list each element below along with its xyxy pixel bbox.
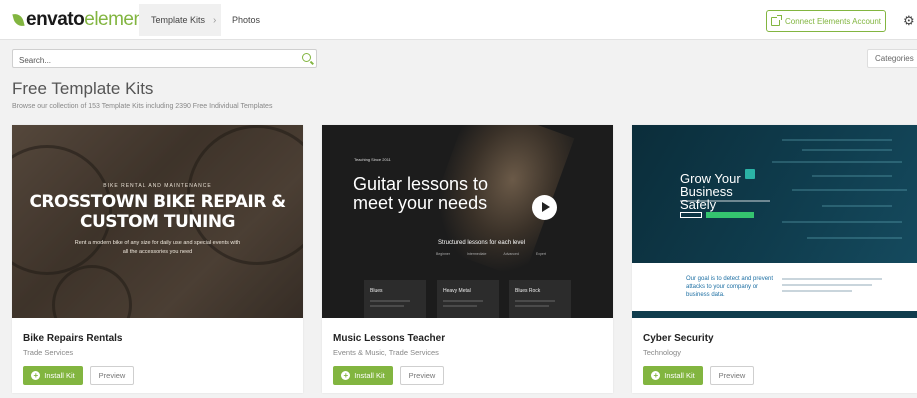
level-label: Advanced — [503, 252, 519, 256]
install-kit-button[interactable]: + Install Kit — [23, 366, 83, 385]
envato-leaf-icon — [12, 12, 25, 28]
kit-name[interactable]: Bike Repairs Rentals — [23, 333, 123, 344]
search-box — [12, 49, 317, 69]
lesson-box: Heavy Metal — [437, 280, 499, 318]
categories-button[interactable]: Categories › — [867, 49, 917, 68]
top-bar: envato elements Template Kits › Photos C… — [0, 0, 917, 40]
template-kit-card: Teaching Since 2011 Guitar lessons to me… — [322, 125, 613, 393]
play-icon — [532, 195, 557, 220]
chip-icon — [745, 169, 755, 179]
thumb-button-filled — [706, 212, 754, 218]
thumb-goal-text: Our goal is to detect and prevent attack… — [686, 276, 774, 298]
thumb-description: Rent a modern bike of any size for daily… — [74, 240, 241, 255]
thumb-tag: Teaching Since 2011 — [354, 157, 391, 162]
preview-button[interactable]: Preview — [710, 366, 754, 385]
envato-elements-logo[interactable]: envato elements — [12, 9, 158, 31]
logo-text: envato — [26, 9, 85, 30]
thumb-hero — [632, 125, 917, 263]
kit-category: Events & Music, Trade Services — [333, 348, 439, 357]
search-icon[interactable] — [302, 53, 311, 62]
kit-category: Trade Services — [23, 348, 74, 357]
level-label: Expert — [535, 252, 546, 256]
tab-label: Template Kits — [151, 15, 206, 25]
kit-category: Technology — [643, 348, 681, 357]
categories-label: Categories — [875, 54, 914, 63]
thumb-text-line — [680, 200, 770, 202]
thumb-footer-strip — [632, 311, 917, 318]
kit-thumbnail[interactable]: Grow Your Business Safely Our goal is to… — [632, 125, 917, 318]
plus-circle-icon: + — [341, 371, 351, 380]
kit-thumbnail[interactable]: BIKE RENTAL AND MAINTENANCE CROSSTOWN BI… — [12, 125, 303, 318]
tab-template-kits[interactable]: Template Kits › — [139, 4, 221, 36]
thumb-headline: Grow Your Business Safely — [680, 171, 741, 212]
connect-label: Connect Elements Account — [784, 16, 882, 26]
thumb-levels: Beginner Intermediate Advanced Expert — [436, 252, 546, 256]
kit-name[interactable]: Music Lessons Teacher — [333, 333, 445, 344]
level-label: Intermediate — [466, 252, 487, 256]
chevron-right-icon: › — [213, 14, 217, 26]
tab-label: Photos — [232, 15, 261, 25]
preview-button[interactable]: Preview — [90, 366, 134, 385]
plus-circle-icon: + — [651, 371, 661, 380]
lesson-box: Blues — [364, 280, 426, 318]
connect-elements-account-button[interactable]: Connect Elements Account — [766, 10, 886, 32]
plus-circle-icon: + — [31, 371, 41, 380]
lesson-box: Blues Rock — [509, 280, 571, 318]
lesson-box-label: Heavy Metal — [443, 288, 471, 294]
thumb-headline: Guitar lessons to meet your needs — [353, 174, 489, 213]
thumb-structured-label: Structured lessons for each level — [438, 240, 526, 246]
thumb-kicker: BIKE RENTAL AND MAINTENANCE — [103, 183, 212, 189]
template-kit-card: BIKE RENTAL AND MAINTENANCE CROSSTOWN BI… — [12, 125, 303, 393]
gear-icon[interactable]: ⚙ — [903, 13, 915, 29]
preview-button[interactable]: Preview — [400, 366, 444, 385]
install-label: Install Kit — [664, 371, 695, 380]
external-link-icon — [770, 14, 782, 26]
page-subtitle: Browse our collection of 153 Template Ki… — [12, 103, 273, 110]
kit-thumbnail[interactable]: Teaching Since 2011 Guitar lessons to me… — [322, 125, 613, 318]
level-label: Beginner — [436, 252, 451, 256]
install-kit-button[interactable]: + Install Kit — [643, 366, 703, 385]
thumb-button-outline — [680, 212, 702, 218]
search-input[interactable] — [13, 52, 293, 69]
lesson-box-label: Blues Rock — [515, 288, 541, 294]
install-kit-button[interactable]: + Install Kit — [333, 366, 393, 385]
tab-photos[interactable]: Photos — [232, 4, 260, 36]
kit-name[interactable]: Cyber Security — [643, 333, 714, 344]
thumb-headline: CROSSTOWN BIKE REPAIR & CUSTOM TUNING — [29, 192, 286, 232]
install-label: Install Kit — [354, 371, 385, 380]
install-label: Install Kit — [44, 371, 75, 380]
lesson-box-label: Blues — [370, 288, 383, 294]
template-kit-card: Grow Your Business Safely Our goal is to… — [632, 125, 917, 393]
page-title: Free Template Kits — [12, 79, 154, 98]
